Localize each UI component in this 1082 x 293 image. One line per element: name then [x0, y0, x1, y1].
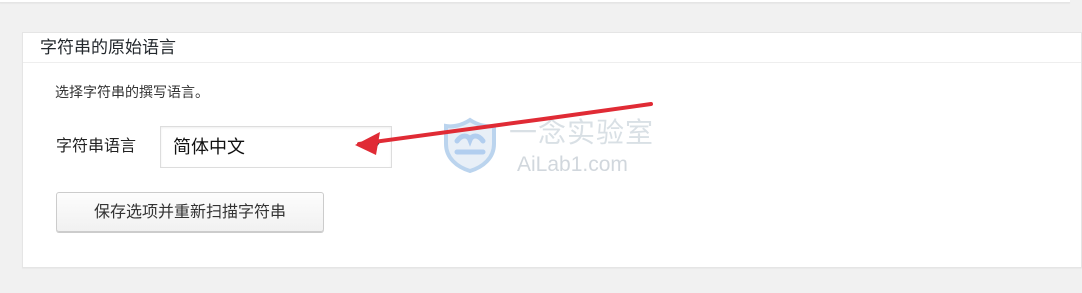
language-settings-panel: 字符串的原始语言 选择字符串的撰写语言。 字符串语言 简体中文 保存选项并重新扫… — [22, 32, 1082, 268]
string-language-select[interactable]: 简体中文 — [160, 126, 392, 168]
panel-description: 选择字符串的撰写语言。 — [55, 85, 209, 101]
string-language-label: 字符串语言 — [56, 136, 137, 155]
top-panel — [0, 0, 1070, 3]
save-and-rescan-button[interactable]: 保存选项并重新扫描字符串 — [56, 192, 324, 232]
panel-title: 字符串的原始语言 — [40, 38, 176, 58]
select-arrow-icon — [371, 141, 381, 148]
selected-language-value: 简体中文 — [173, 137, 245, 158]
panel-header: 字符串的原始语言 — [23, 33, 1081, 63]
